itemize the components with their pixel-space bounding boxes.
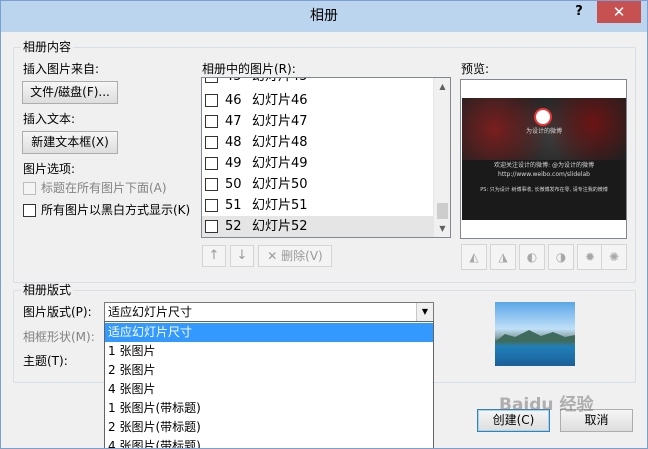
list-item[interactable]: 49 幻灯片49 [202, 153, 433, 174]
row-checkbox[interactable] [205, 157, 218, 170]
photo-album-dialog: 相册 ? ✕ 相册内容 插入图片来自: 文件/磁盘(F)... 插入文本: 新建… [0, 0, 648, 449]
contrast-down-icon[interactable]: ◑ [548, 244, 574, 270]
row-number: 49 [225, 156, 242, 171]
list-item[interactable]: 51 幻灯片51 [202, 195, 433, 216]
album-content-title: 相册内容 [21, 40, 74, 54]
picture-options-label: 图片选项: [23, 162, 76, 176]
row-number: 45 [225, 78, 242, 85]
captions-below-label: 标题在所有图片下面(A) [41, 181, 167, 195]
title-bar: 相册 ? ✕ [1, 1, 647, 32]
row-name: 幻灯片51 [252, 198, 308, 213]
picture-layout-label: 图片版式(P): [23, 305, 92, 319]
layout-preview-image [495, 302, 575, 366]
delete-label: 删除(V) [281, 249, 323, 263]
dropdown-option[interactable]: 1 张图片 [105, 342, 433, 361]
list-item[interactable]: 45 幻灯片45 [202, 78, 433, 87]
picture-layout-select[interactable]: 适应幻灯片尺寸 ▼ [104, 302, 434, 322]
scroll-thumb[interactable] [437, 203, 448, 219]
slide-text-line3: PS: 只为设计 树博事收, 长微博发布在零, 请专注我的微博 [480, 187, 608, 193]
dropdown-option[interactable]: 2 张图片 [105, 361, 433, 380]
close-icon: ✕ [612, 3, 626, 21]
list-item-selected[interactable]: 52 幻灯片52 [202, 216, 433, 237]
row-checkbox[interactable] [205, 178, 218, 191]
scroll-down-icon[interactable]: ▼ [434, 220, 450, 237]
row-checkbox[interactable] [205, 94, 218, 107]
row-number: 46 [225, 93, 242, 108]
rotate-left-icon[interactable]: ◭ [461, 244, 487, 270]
list-item[interactable]: 47 幻灯片47 [202, 111, 433, 132]
dropdown-option[interactable]: 1 张图片(带标题) [105, 399, 433, 418]
row-checkbox[interactable] [205, 136, 218, 149]
watermark: Baidu 经验 [499, 395, 594, 415]
row-name: 幻灯片47 [252, 114, 308, 129]
slide-text-line1: 欢迎关注设计的微博: @为设计的微博 [494, 162, 594, 169]
row-number: 47 [225, 114, 242, 129]
dropdown-option-selected[interactable]: 适应幻灯片尺寸 [105, 323, 433, 342]
preview-pane: 为设计的微博 欢迎关注设计的微博: @为设计的微博 http://www.wei… [460, 79, 627, 239]
delete-button[interactable]: ✕ 删除(V) [258, 245, 332, 267]
arrow-down-icon: ↓ [236, 248, 248, 263]
close-button[interactable]: ✕ [597, 1, 641, 23]
scroll-up-icon[interactable]: ▲ [434, 78, 450, 95]
row-name: 幻灯片50 [252, 177, 308, 192]
row-name: 幻灯片49 [252, 156, 308, 171]
dropdown-option[interactable]: 4 张图片 [105, 380, 433, 399]
mountain-shape [495, 330, 575, 342]
slide-preview-image: 为设计的微博 欢迎关注设计的微博: @为设计的微博 http://www.wei… [462, 98, 626, 220]
file-disk-button[interactable]: 文件/磁盘(F)... [22, 81, 118, 104]
preview-label: 预览: [461, 62, 490, 76]
picture-layout-dropdown[interactable]: 适应幻灯片尺寸 1 张图片 2 张图片 4 张图片 1 张图片(带标题) 2 张… [104, 321, 434, 448]
list-scrollbar[interactable]: ▲ ▼ [433, 78, 450, 237]
help-button[interactable]: ? [567, 2, 591, 22]
row-name: 幻灯片45 [252, 78, 308, 85]
list-item[interactable]: 46 幻灯片46 [202, 90, 433, 111]
dropdown-option[interactable]: 2 张图片(带标题) [105, 418, 433, 437]
row-checkbox[interactable] [205, 115, 218, 128]
list-item[interactable]: 50 幻灯片50 [202, 174, 433, 195]
row-number: 50 [225, 177, 242, 192]
theme-label: 主题(T): [23, 354, 68, 368]
black-white-label: 所有图片以黑白方式显示(K) [41, 203, 191, 217]
brightness-up-icon[interactable]: ✹ [577, 244, 603, 270]
row-checkbox[interactable] [205, 199, 218, 212]
rotate-right-icon[interactable]: ◮ [490, 244, 516, 270]
insert-text-label: 插入文本: [23, 112, 76, 126]
frame-shape-label: 相框形状(M): [23, 330, 95, 344]
captions-below-checkbox[interactable] [23, 182, 36, 195]
window-title: 相册 [310, 8, 338, 24]
pictures-listbox[interactable]: 45 幻灯片45 46 幻灯片46 47 幻灯片47 48 幻灯片48 49 幻… [201, 77, 451, 238]
row-checkbox[interactable] [205, 220, 218, 233]
slide-logo-text: 为设计的微博 [525, 128, 562, 135]
row-name: 幻灯片46 [252, 93, 308, 108]
row-number: 52 [225, 219, 242, 234]
move-down-button[interactable]: ↓ [230, 245, 254, 267]
picture-layout-value: 适应幻灯片尺寸 [108, 305, 193, 319]
move-up-button[interactable]: ↑ [202, 245, 226, 267]
arrow-up-icon: ↑ [208, 248, 220, 263]
brightness-down-icon[interactable]: ✺ [601, 244, 627, 270]
new-textbox-button[interactable]: 新建文本框(X) [22, 131, 118, 154]
list-item[interactable]: 48 幻灯片48 [202, 132, 433, 153]
row-checkbox[interactable] [205, 78, 218, 83]
dropdown-option[interactable]: 4 张图片(带标题) [105, 437, 433, 448]
contrast-up-icon[interactable]: ◐ [519, 244, 545, 270]
black-white-checkbox[interactable] [23, 204, 36, 217]
slide-logo-icon [534, 108, 552, 126]
insert-from-label: 插入图片来自: [23, 62, 100, 76]
album-layout-title: 相册版式 [21, 283, 74, 297]
chevron-down-icon[interactable]: ▼ [416, 303, 433, 321]
pictures-list-label: 相册中的图片(R): [202, 62, 296, 76]
delete-x-icon: ✕ [267, 249, 278, 263]
row-number: 51 [225, 198, 242, 213]
slide-text-line2: http://www.weibo.com/slidelab [498, 171, 590, 178]
row-name: 幻灯片48 [252, 135, 308, 150]
row-name: 幻灯片52 [252, 219, 308, 234]
row-number: 48 [225, 135, 242, 150]
